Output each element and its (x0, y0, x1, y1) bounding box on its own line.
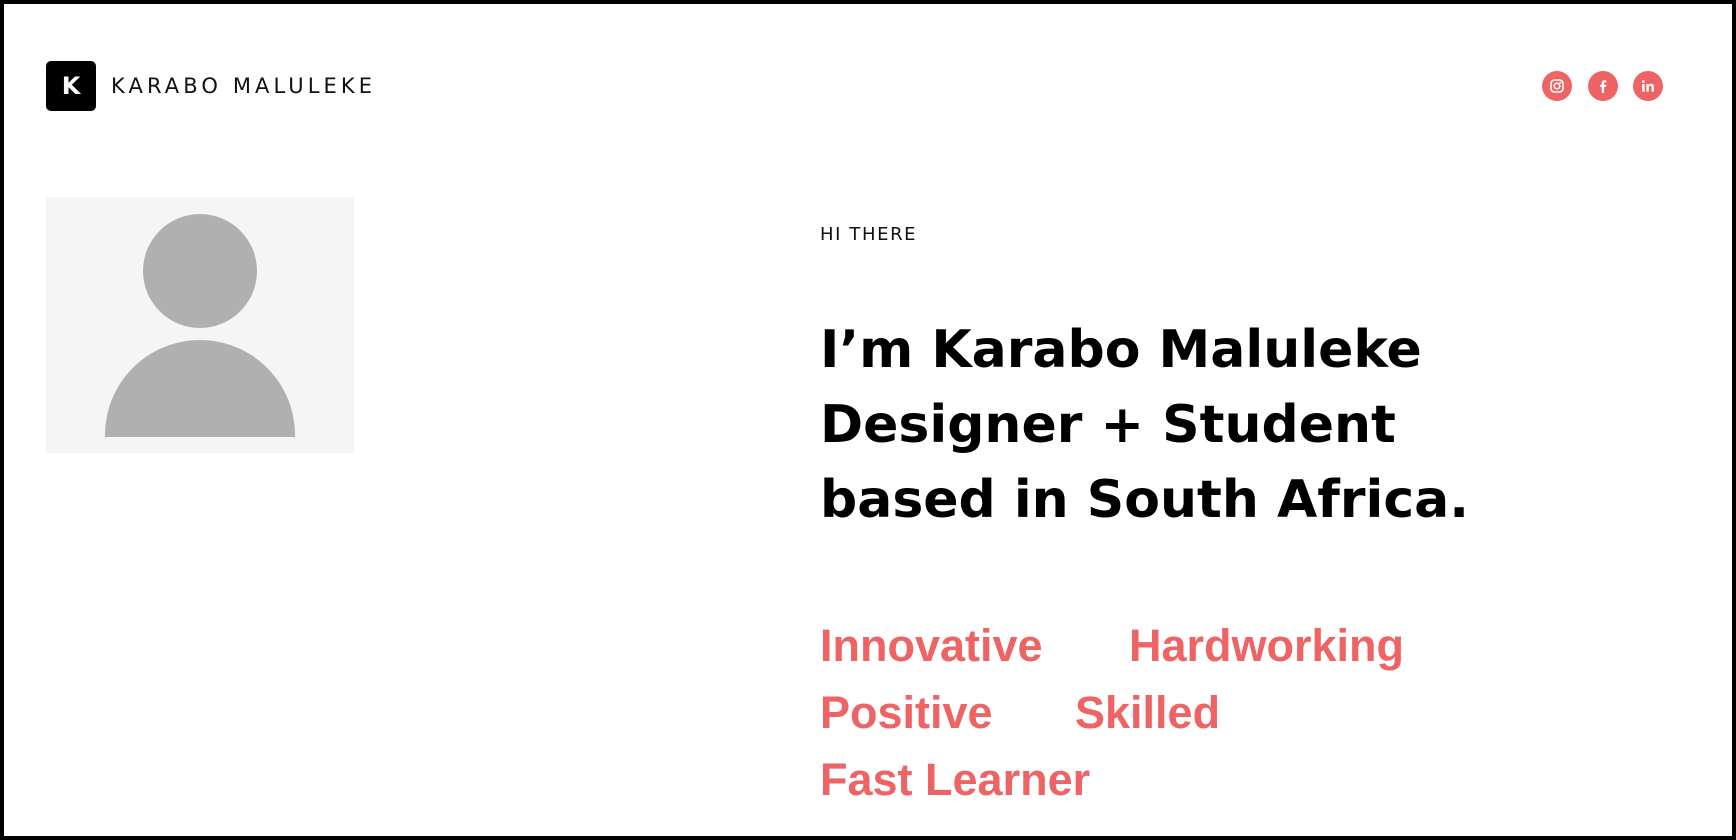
page-frame: K KARABO MALULEKE HI THERE I’m Karabo Ma… (0, 0, 1736, 840)
headline-line-2: Designer + Student (820, 395, 1396, 455)
avatar-head (143, 214, 257, 328)
instagram-icon[interactable] (1542, 71, 1572, 101)
linkedin-icon[interactable] (1633, 71, 1663, 101)
headline-line-1: I’m Karabo Maluleke (820, 320, 1422, 380)
profile-photo-placeholder (46, 197, 354, 453)
trait-hardworking: Hardworking (1129, 620, 1405, 671)
logo-mark[interactable]: K (46, 61, 96, 111)
hero-headline: I’m Karabo Maluleke Designer + Student b… (820, 313, 1620, 538)
avatar-body (105, 340, 295, 437)
trait-positive: Positive (820, 687, 993, 738)
trait-skilled: Skilled (1075, 687, 1221, 738)
logo-letter: K (61, 72, 81, 100)
hero-eyebrow: HI THERE (820, 224, 918, 245)
facebook-icon[interactable] (1588, 71, 1618, 101)
trait-fast-learner: Fast Learner (820, 754, 1091, 805)
headline-line-3: based in South Africa. (820, 470, 1469, 530)
site-title[interactable]: KARABO MALULEKE (111, 72, 376, 100)
trait-innovative: Innovative (820, 620, 1043, 671)
